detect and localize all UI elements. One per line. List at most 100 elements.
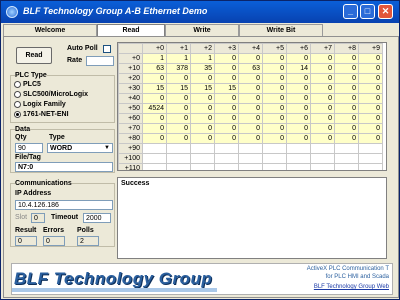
app-icon[interactable] — [6, 6, 18, 18]
grid-cell[interactable]: 0 — [166, 133, 191, 144]
file-tag-input[interactable]: N7:0 — [15, 162, 113, 172]
grid-cell[interactable] — [310, 163, 335, 170]
grid-cell[interactable]: 0 — [190, 103, 215, 114]
grid-cell[interactable]: 0 — [334, 93, 359, 104]
grid-cell[interactable]: 0 — [262, 113, 287, 124]
grid-cell[interactable] — [142, 163, 167, 170]
logix-family-radio[interactable] — [14, 101, 21, 108]
grid-cell[interactable] — [166, 143, 191, 154]
grid-cell[interactable]: 0 — [262, 73, 287, 84]
grid-cell[interactable] — [142, 153, 167, 164]
grid-cell[interactable] — [262, 153, 287, 164]
grid-cell[interactable] — [334, 143, 359, 154]
title-bar[interactable]: BLF Technology Group A-B Ethernet Demo _… — [1, 1, 399, 23]
grid-cell[interactable]: 0 — [214, 53, 239, 64]
grid-cell[interactable]: 1 — [166, 53, 191, 64]
tab-write[interactable]: Write — [165, 24, 239, 36]
grid-cell[interactable]: 0 — [358, 113, 383, 124]
website-link[interactable]: BLF Technology Group Web — [314, 284, 389, 290]
grid-cell[interactable]: 0 — [310, 63, 335, 74]
grid-cell[interactable]: 0 — [142, 133, 167, 144]
grid-cell[interactable] — [262, 163, 287, 170]
grid-cell[interactable]: 0 — [262, 103, 287, 114]
type-select[interactable]: WORD ▼ — [47, 143, 113, 153]
grid-cell[interactable]: 63 — [238, 63, 263, 74]
grid-cell[interactable]: 0 — [238, 83, 263, 94]
grid-cell[interactable]: 378 — [166, 63, 191, 74]
grid-cell[interactable]: 63 — [142, 63, 167, 74]
grid-cell[interactable]: 0 — [190, 123, 215, 134]
grid-cell[interactable]: 0 — [190, 113, 215, 124]
grid-cell[interactable]: 0 — [286, 103, 311, 114]
grid-cell[interactable]: 0 — [238, 123, 263, 134]
grid-cell[interactable] — [214, 163, 239, 170]
grid-cell[interactable]: 0 — [286, 113, 311, 124]
slc500-radio[interactable] — [14, 91, 21, 98]
grid-cell[interactable]: 0 — [310, 113, 335, 124]
timeout-input[interactable]: 2000 — [83, 213, 111, 223]
grid-cell[interactable] — [262, 143, 287, 154]
net-eni-radio-label[interactable]: 1761-NET-ENI — [23, 111, 69, 118]
grid-cell[interactable]: 0 — [262, 53, 287, 64]
grid-cell[interactable]: 0 — [238, 133, 263, 144]
grid-cell[interactable]: 0 — [310, 83, 335, 94]
grid-cell[interactable]: 0 — [334, 83, 359, 94]
grid-cell[interactable] — [238, 143, 263, 154]
grid-cell[interactable]: 0 — [358, 103, 383, 114]
grid-cell[interactable] — [358, 153, 383, 164]
grid-cell[interactable] — [334, 153, 359, 164]
grid-cell[interactable] — [190, 163, 215, 170]
chevron-down-icon[interactable]: ▼ — [104, 144, 110, 152]
grid-cell[interactable]: 0 — [238, 103, 263, 114]
grid-cell[interactable]: 0 — [334, 123, 359, 134]
ip-address-input[interactable]: 10.4.126.186 — [15, 200, 113, 210]
grid-cell[interactable]: 0 — [214, 113, 239, 124]
grid-cell[interactable]: 0 — [310, 53, 335, 64]
auto-poll-checkbox[interactable] — [103, 45, 111, 53]
grid-cell[interactable]: 0 — [334, 133, 359, 144]
data-grid[interactable]: +0 +1 +2 +3 +4 +5 +6 +7 +8 +9 +0 1 1 1 0 0 0 0 0 0 0 +10 63 378… — [117, 42, 387, 171]
grid-cell[interactable] — [334, 163, 359, 170]
grid-cell[interactable]: 0 — [286, 123, 311, 134]
grid-cell[interactable]: 0 — [286, 73, 311, 84]
plc5-radio-label[interactable]: PLC5 — [23, 81, 41, 88]
grid-cell[interactable]: 0 — [166, 73, 191, 84]
grid-cell[interactable] — [166, 163, 191, 170]
grid-cell[interactable]: 0 — [142, 93, 167, 104]
grid-cell[interactable]: 14 — [286, 63, 311, 74]
grid-cell[interactable]: 0 — [214, 133, 239, 144]
grid-cell[interactable]: 0 — [142, 113, 167, 124]
net-eni-radio[interactable] — [14, 111, 21, 118]
grid-cell[interactable] — [166, 153, 191, 164]
read-button[interactable]: Read — [16, 47, 52, 64]
grid-cell[interactable]: 0 — [166, 103, 191, 114]
grid-cell[interactable]: 0 — [358, 73, 383, 84]
grid-cell[interactable] — [238, 153, 263, 164]
grid-cell[interactable]: 15 — [142, 83, 167, 94]
grid-cell[interactable]: 0 — [262, 133, 287, 144]
grid-cell[interactable]: 0 — [310, 73, 335, 84]
grid-cell[interactable]: 0 — [190, 73, 215, 84]
grid-cell[interactable]: 0 — [238, 53, 263, 64]
maximize-button[interactable]: □ — [360, 4, 375, 19]
grid-cell[interactable]: 0 — [334, 103, 359, 114]
grid-cell[interactable]: 0 — [166, 93, 191, 104]
grid-cell[interactable] — [214, 153, 239, 164]
grid-cell[interactable]: 0 — [214, 73, 239, 84]
grid-cell[interactable] — [358, 163, 383, 170]
grid-cell[interactable]: 4524 — [142, 103, 167, 114]
grid-cell[interactable] — [358, 143, 383, 154]
grid-cell[interactable]: 0 — [142, 73, 167, 84]
grid-cell[interactable]: 0 — [214, 63, 239, 74]
grid-cell[interactable]: 35 — [190, 63, 215, 74]
grid-cell[interactable]: 0 — [286, 133, 311, 144]
grid-cell[interactable]: 0 — [190, 93, 215, 104]
grid-cell[interactable]: 1 — [142, 53, 167, 64]
grid-cell[interactable]: 0 — [358, 83, 383, 94]
grid-cell[interactable]: 0 — [166, 123, 191, 134]
logix-family-radio-label[interactable]: Logix Family — [23, 101, 66, 108]
rate-input[interactable] — [86, 56, 114, 66]
grid-cell[interactable] — [142, 143, 167, 154]
grid-cell[interactable]: 0 — [238, 93, 263, 104]
grid-cell[interactable]: 0 — [142, 123, 167, 134]
